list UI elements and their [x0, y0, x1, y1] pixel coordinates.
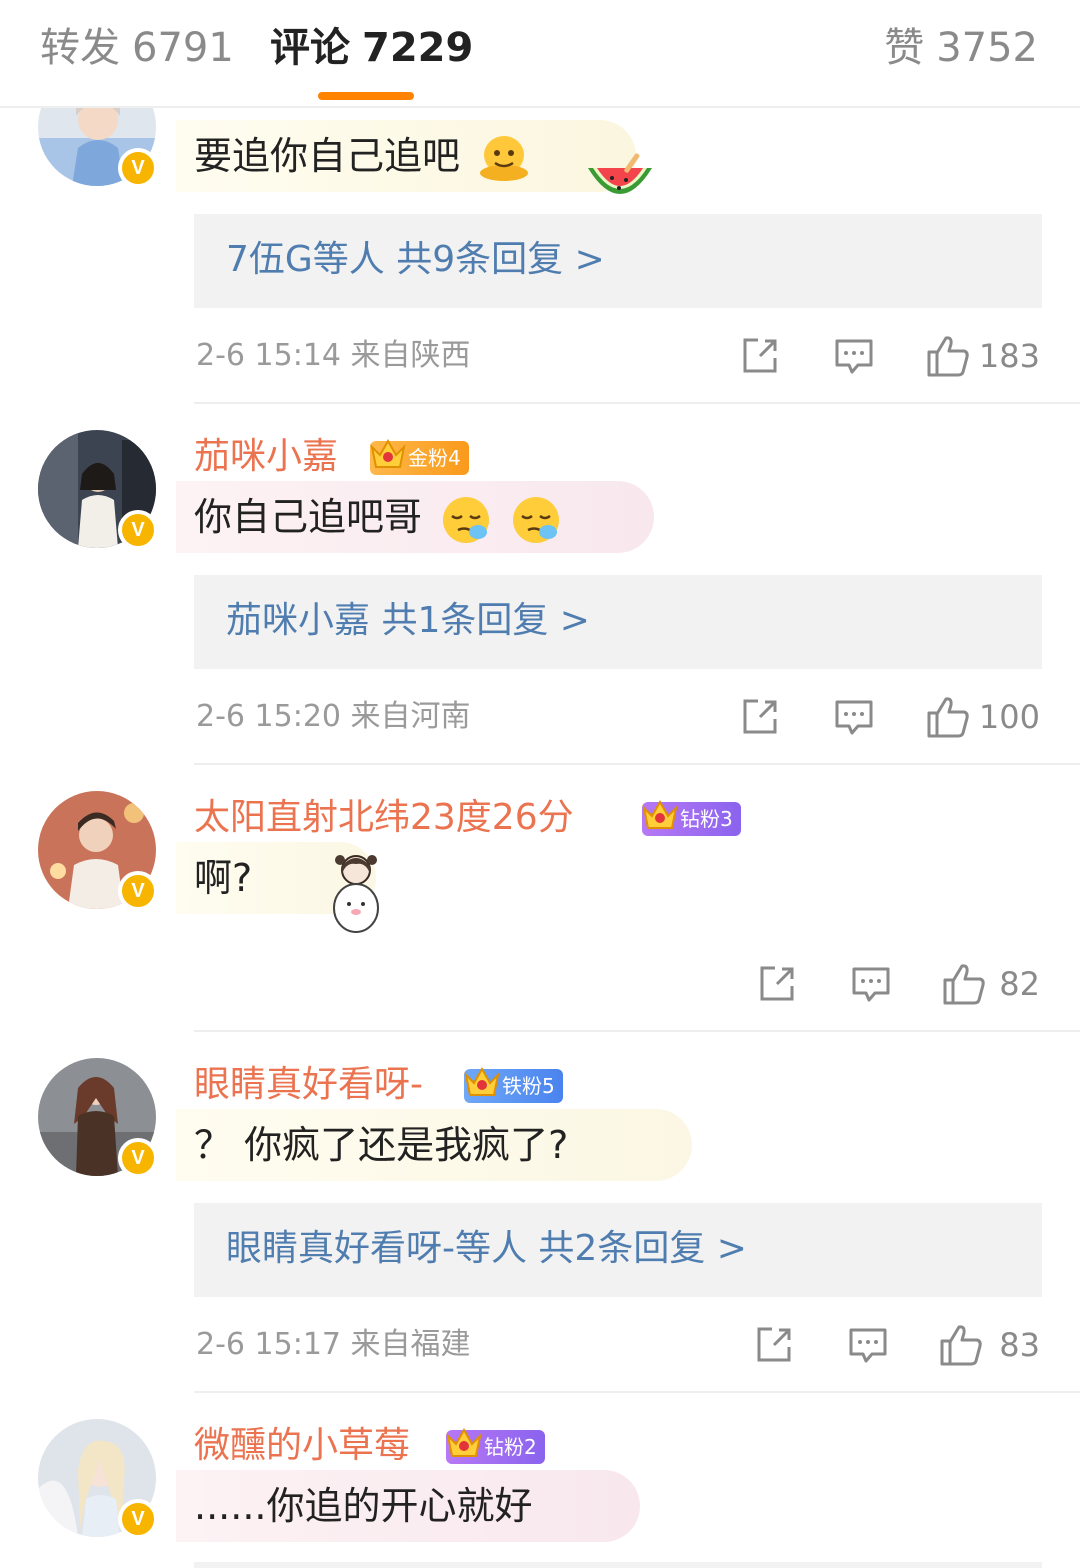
like-thumb-icon[interactable]: [926, 334, 970, 378]
watermelon-sticker-icon: [588, 153, 652, 194]
fan-badge: 金粉4: [370, 438, 469, 475]
fan-badge: 钻粉2: [446, 1427, 545, 1464]
tab-likes-count: 3752: [936, 25, 1038, 71]
tab-comments-label: 评论: [270, 25, 350, 71]
comment-divider: [194, 1030, 1080, 1032]
tab-reposts-label: 转发: [40, 25, 120, 71]
reply-summary-box[interactable]: 眼睛真好看呀-等人 共2条回复 >: [194, 1203, 1042, 1297]
crown-icon: [642, 799, 678, 829]
comment-divider: [194, 763, 1080, 765]
like-count: 83: [999, 1326, 1040, 1364]
like-count: 100: [978, 698, 1040, 736]
melting-face-emoji: [480, 135, 529, 181]
comment-tab-bar: 转发 6791 评论 7229 赞 3752: [0, 0, 1080, 108]
comment-text: 啊?: [194, 856, 253, 900]
username[interactable]: 太阳直射北纬23度26分: [194, 795, 574, 841]
tab-reposts-count: 6791: [132, 25, 234, 71]
share-icon[interactable]: [754, 1325, 794, 1365]
comment-text-row: 要追你自己追吧: [194, 132, 530, 185]
avatar[interactable]: V: [38, 1419, 158, 1539]
avatar[interactable]: V: [38, 791, 158, 911]
tab-comments-count: 7229: [362, 25, 474, 71]
username[interactable]: 眼睛真好看呀-: [194, 1062, 423, 1108]
reply-summary-box[interactable]: 7伍G等人 共9条回复 >: [194, 214, 1042, 308]
sleepy-face-emoji: [443, 496, 490, 543]
comment-meta: 2-6 15:14 来自陕西: [196, 338, 471, 373]
comment-text: 要追你自己追吧: [194, 134, 461, 178]
username[interactable]: 茄咪小嘉: [194, 434, 338, 480]
verified-badge-icon: V: [118, 1499, 158, 1539]
crown-icon: [464, 1066, 500, 1096]
crown-icon: [446, 1427, 482, 1457]
like-count: 82: [999, 965, 1040, 1003]
avatar[interactable]: V: [38, 1058, 158, 1178]
reply-summary-link[interactable]: 眼睛真好看呀-等人 共2条回复 >: [226, 1225, 747, 1273]
comment-text-row: 你自己追吧哥: [194, 493, 562, 546]
tab-likes-label: 赞: [884, 25, 925, 71]
reply-summary-box[interactable]: 茄咪小嘉 共1条回复 >: [194, 575, 1042, 669]
like-thumb-icon[interactable]: [926, 695, 970, 739]
comment-icon[interactable]: [834, 336, 874, 376]
comment-icon[interactable]: [851, 964, 891, 1004]
share-icon[interactable]: [757, 964, 797, 1004]
fan-badge-label: 金粉4: [408, 446, 461, 470]
like-thumb-icon[interactable]: [942, 962, 986, 1006]
comment-text: ？ 你疯了还是我疯了?: [194, 1123, 569, 1167]
reply-summary-link[interactable]: 7伍G等人 共9条回复 >: [226, 236, 605, 284]
share-icon[interactable]: [740, 697, 780, 737]
tab-comments[interactable]: 评论 7229: [270, 22, 473, 74]
like-thumb-icon[interactable]: [939, 1323, 983, 1367]
comment-meta: 2-6 15:20 来自河南: [196, 699, 471, 734]
username[interactable]: 微醺的小草莓: [194, 1423, 410, 1469]
comment-icon[interactable]: [848, 1325, 888, 1365]
verified-badge-icon: V: [118, 1138, 158, 1178]
reply-summary-box[interactable]: [194, 1562, 1042, 1568]
tab-likes[interactable]: 赞 3752: [884, 22, 1038, 74]
avatar[interactable]: V: [38, 430, 158, 550]
girl-with-cat-sticker-icon: [333, 855, 379, 933]
fan-badge-label: 钻粉3: [680, 807, 733, 831]
comment-divider: [194, 402, 1080, 404]
comment-divider: [194, 1391, 1080, 1393]
crown-icon: [370, 438, 406, 468]
verified-badge-icon: V: [118, 871, 158, 911]
reply-summary-link[interactable]: 茄咪小嘉 共1条回复 >: [226, 597, 590, 645]
comment-text: ......你追的开心就好: [194, 1484, 533, 1528]
like-count: 183: [978, 337, 1040, 375]
fan-badge: 钻粉3: [642, 799, 741, 836]
verified-badge-icon: V: [118, 510, 158, 550]
verified-badge-icon: V: [118, 148, 158, 188]
active-tab-indicator: [318, 92, 414, 100]
comment-icon[interactable]: [834, 697, 874, 737]
comment-text: 你自己追吧哥: [194, 495, 423, 539]
tab-reposts[interactable]: 转发 6791: [40, 22, 234, 74]
fan-badge: 铁粉5: [464, 1066, 563, 1103]
comment-meta: 2-6 15:17 来自福建: [196, 1327, 471, 1362]
fan-badge-label: 铁粉5: [502, 1074, 555, 1098]
sleepy-face-emoji: [513, 496, 560, 543]
share-icon[interactable]: [740, 336, 780, 376]
fan-badge-label: 钻粉2: [484, 1435, 537, 1459]
